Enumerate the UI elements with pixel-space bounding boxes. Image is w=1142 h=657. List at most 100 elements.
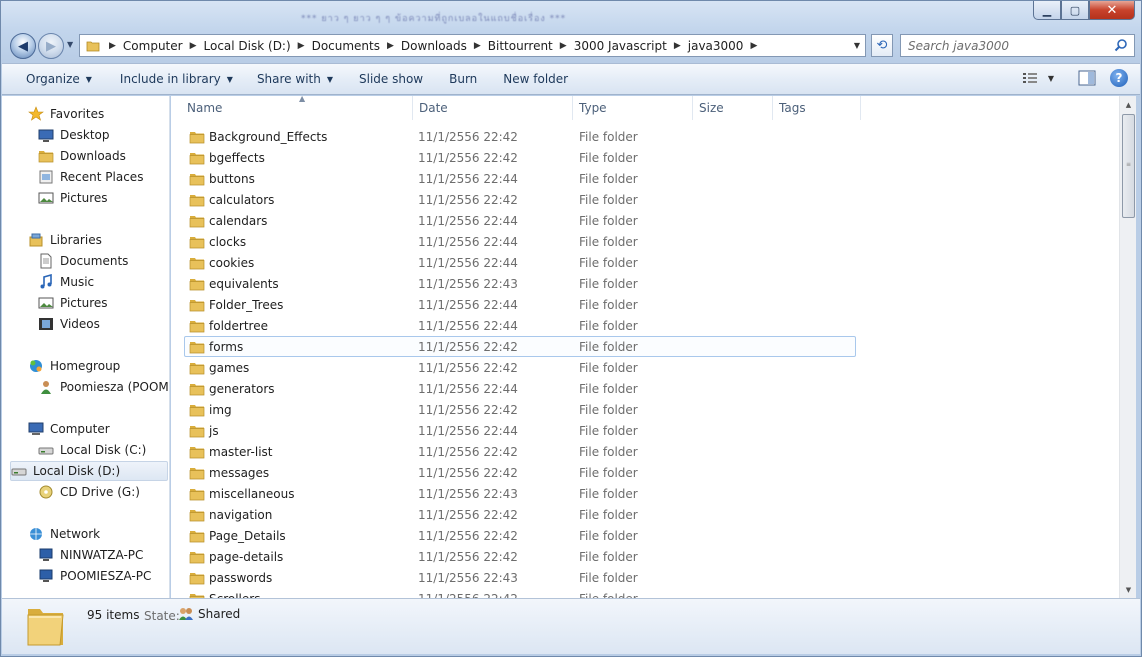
file-row[interactable]: clocks 11/1/2556 22:44 File folder [185, 231, 857, 252]
nav-item-drive[interactable]: CD Drive (G:) [38, 482, 169, 502]
file-row[interactable]: messages 11/1/2556 22:42 File folder [185, 462, 857, 483]
folder-icon [189, 299, 205, 311]
help-icon[interactable]: ? [1110, 69, 1128, 87]
file-row[interactable]: equivalents 11/1/2556 22:43 File folder [185, 273, 857, 294]
vertical-scrollbar[interactable]: ▲ ≡ ▼ [1119, 96, 1136, 598]
breadcrumb-separator-icon[interactable]: ▶ [671, 41, 684, 51]
include-in-library-button[interactable]: Include in library ▼ [110, 72, 243, 86]
nav-item-network-pc[interactable]: POOMIESZA-PC [38, 566, 169, 586]
breadcrumb-item[interactable]: Downloads [397, 39, 471, 53]
recent-pages-dropdown[interactable]: ▼ [67, 40, 73, 49]
folder-icon [86, 41, 100, 51]
burn-button[interactable]: Burn [439, 72, 487, 86]
breadcrumb-separator-icon[interactable]: ▶ [471, 41, 484, 51]
nav-item-library[interactable]: Documents [38, 251, 169, 271]
share-with-button[interactable]: Share with ▼ [247, 72, 343, 86]
homegroup-icon [30, 360, 42, 372]
nav-item-library[interactable]: Music [38, 272, 169, 292]
file-row[interactable]: foldertree 11/1/2556 22:44 File folder [185, 315, 857, 336]
nav-item-drive[interactable]: Local Disk (C:) [38, 440, 169, 460]
folder-icon [189, 404, 205, 416]
nav-group-homegroup[interactable]: Homegroup [28, 356, 169, 376]
search-icon[interactable] [1114, 38, 1128, 52]
file-row[interactable]: passwords 11/1/2556 22:43 File folder [185, 567, 857, 588]
scroll-down-button[interactable]: ▼ [1120, 581, 1137, 598]
column-tags[interactable]: Tags [773, 96, 861, 120]
folder-icon [189, 278, 205, 290]
breadcrumb-item[interactable]: Local Disk (D:) [200, 39, 295, 53]
nav-group-network[interactable]: Network [28, 524, 169, 544]
search-input[interactable]: Search java3000 [900, 34, 1135, 57]
nav-group-libraries[interactable]: Libraries [28, 230, 169, 250]
file-row[interactable]: generators 11/1/2556 22:44 File folder [185, 378, 857, 399]
breadcrumb-separator-icon[interactable]: ▶ [295, 41, 308, 51]
file-row[interactable]: miscellaneous 11/1/2556 22:43 File folder [185, 483, 857, 504]
column-name[interactable]: Name ▲ [181, 96, 413, 120]
file-row[interactable]: calculators 11/1/2556 22:42 File folder [185, 189, 857, 210]
column-type[interactable]: Type [573, 96, 693, 120]
file-row[interactable]: Scrollers11/1/2556 22:42File folder [185, 588, 857, 598]
file-row[interactable]: bgeffects 11/1/2556 22:42 File folder [185, 147, 857, 168]
file-row[interactable]: Page_Details 11/1/2556 22:42 File folder [185, 525, 857, 546]
breadcrumb-item[interactable]: java3000 [684, 39, 748, 53]
nav-item-library[interactable]: Pictures [38, 293, 169, 313]
breadcrumb-separator-icon[interactable]: ▶ [557, 41, 570, 51]
breadcrumb-separator-icon[interactable]: ▶ [187, 41, 200, 51]
file-row[interactable]: Background_Effects 11/1/2556 22:42 File fo… [185, 126, 857, 147]
file-row[interactable]: cookies 11/1/2556 22:44 File folder [185, 252, 857, 273]
nav-group-computer[interactable]: Computer [28, 419, 169, 439]
file-row[interactable]: Folder_Trees 11/1/2556 22:44 File folder [185, 294, 857, 315]
breadcrumb-separator-icon[interactable]: ▶ [384, 41, 397, 51]
column-name-label: Name [187, 101, 223, 115]
breadcrumb-item[interactable]: Bittourrent [484, 39, 557, 53]
file-row[interactable]: master-list 11/1/2556 22:42 File folder [185, 441, 857, 462]
file-row[interactable]: navigation 11/1/2556 22:42 File folder [185, 504, 857, 525]
file-date: 11/1/2556 22:44 [418, 297, 518, 312]
window-title: *** ยาว ๆ ยาว ๆ ๆ ข้อความที่ถูกเบลอในแถบ… [301, 14, 567, 24]
organize-button[interactable]: Organize ▼ [16, 72, 102, 86]
column-size[interactable]: Size [693, 96, 773, 120]
maximize-button[interactable]: ▢ [1061, 1, 1089, 20]
nav-item-network-pc[interactable]: NINWATZA-PC [38, 545, 169, 565]
close-button[interactable]: ✕ [1089, 1, 1135, 20]
address-history-dropdown[interactable]: ▼ [849, 35, 865, 56]
address-bar[interactable]: ▶ Computer ▶ Local Disk (D:) ▶ Documents ▶ Down… [79, 34, 866, 57]
nav-item-favorite[interactable]: Pictures [38, 188, 169, 208]
scroll-up-button[interactable]: ▲ [1120, 96, 1137, 113]
refresh-button[interactable]: ⟲ [871, 34, 893, 57]
preview-pane-icon[interactable] [1078, 70, 1096, 86]
nav-item-drive[interactable]: Local Disk (D:) [10, 461, 168, 481]
nav-item-favorite[interactable]: Desktop [38, 125, 169, 145]
breadcrumb-separator-icon[interactable]: ▶ [747, 41, 760, 51]
file-row[interactable]: img 11/1/2556 22:42 File folder [185, 399, 857, 420]
folder-icon [189, 341, 205, 353]
scroll-thumb[interactable]: ≡ [1122, 114, 1135, 218]
change-view-button[interactable]: ▼ [1022, 71, 1054, 85]
file-type: File folder [579, 444, 638, 459]
column-date[interactable]: Date [413, 96, 573, 120]
slide-show-button[interactable]: Slide show [349, 72, 433, 86]
file-row[interactable]: forms 11/1/2556 22:42 File folder [184, 336, 856, 357]
file-row[interactable]: buttons 11/1/2556 22:44 File folder [185, 168, 857, 189]
breadcrumb-item[interactable]: 3000 Javascript [570, 39, 671, 53]
new-folder-button[interactable]: New folder [493, 72, 578, 86]
folder-icon [189, 530, 205, 542]
breadcrumb-item[interactable]: Computer [119, 39, 187, 53]
nav-item-favorite[interactable]: Downloads [38, 146, 169, 166]
nav-group-favorites[interactable]: Favorites [28, 104, 169, 124]
file-row[interactable]: js 11/1/2556 22:44 File folder [185, 420, 857, 441]
back-button[interactable]: ◀ [10, 33, 36, 59]
breadcrumb-separator-icon[interactable]: ▶ [106, 41, 119, 51]
nav-item-homegroup-user[interactable]: Poomiesza (POOMIE [38, 377, 169, 397]
file-row[interactable]: page-details 11/1/2556 22:42 File folder [185, 546, 857, 567]
nav-item-favorite[interactable]: Recent Places [38, 167, 169, 187]
nav-item-label: Desktop [60, 128, 110, 142]
file-row[interactable]: calendars 11/1/2556 22:44 File folder [185, 210, 857, 231]
file-row[interactable]: games 11/1/2556 22:42 File folder [185, 357, 857, 378]
nav-item-library[interactable]: Videos [38, 314, 169, 334]
pictures-icon [38, 297, 54, 309]
breadcrumb-item[interactable]: Documents [308, 39, 384, 53]
minimize-button[interactable]: ▁ [1033, 1, 1061, 20]
column-tags-label: Tags [779, 101, 806, 115]
forward-button[interactable]: ▶ [38, 33, 64, 59]
